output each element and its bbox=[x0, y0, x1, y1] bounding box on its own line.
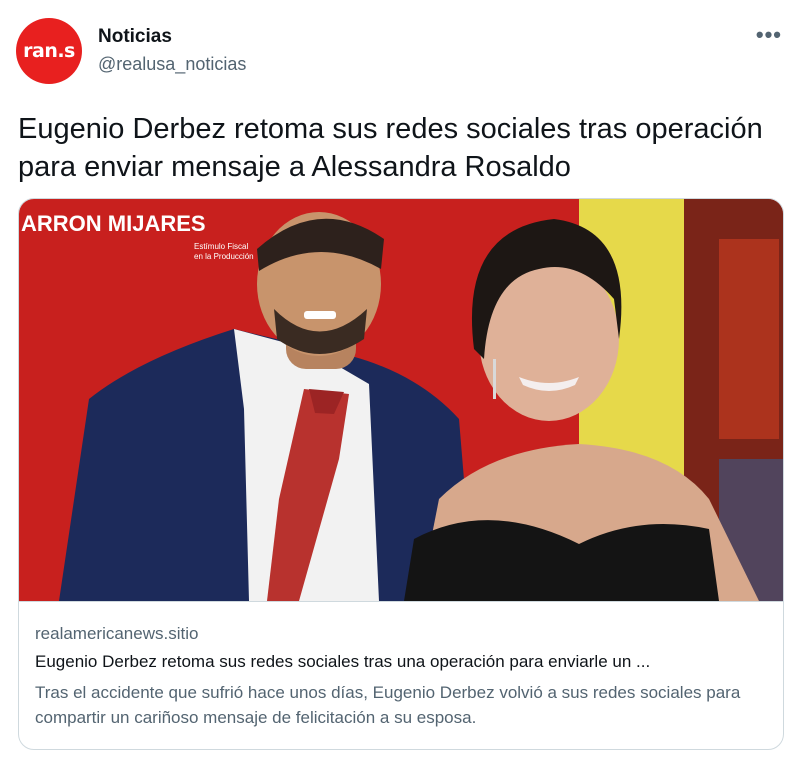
more-options-icon[interactable]: ••• bbox=[756, 22, 782, 48]
account-handle[interactable]: @realusa_noticias bbox=[98, 54, 246, 75]
card-domain: realamericanews.sitio bbox=[35, 624, 199, 643]
card-image[interactable]: ARRON MIJARES Estímulo Fiscal en la Prod… bbox=[19, 199, 784, 601]
avatar[interactable]: ran.s bbox=[16, 18, 82, 84]
backdrop-text-1: ARRON MIJARES bbox=[21, 211, 206, 236]
card-body[interactable]: realamericanews.sitio Eugenio Derbez ret… bbox=[19, 601, 783, 749]
backdrop-text-3: en la Producción bbox=[194, 252, 254, 261]
card-title: Eugenio Derbez retoma sus redes sociales… bbox=[35, 652, 651, 671]
backdrop-text-2: Estímulo Fiscal bbox=[194, 242, 248, 251]
tweet-text: Eugenio Derbez retoma sus redes sociales… bbox=[18, 113, 763, 183]
link-card[interactable]: ARRON MIJARES Estímulo Fiscal en la Prod… bbox=[18, 198, 784, 750]
avatar-text: ran.s bbox=[23, 40, 75, 62]
card-description: Tras el accidente que sufrió hace unos d… bbox=[35, 683, 741, 727]
account-name[interactable]: Noticias bbox=[98, 26, 172, 48]
